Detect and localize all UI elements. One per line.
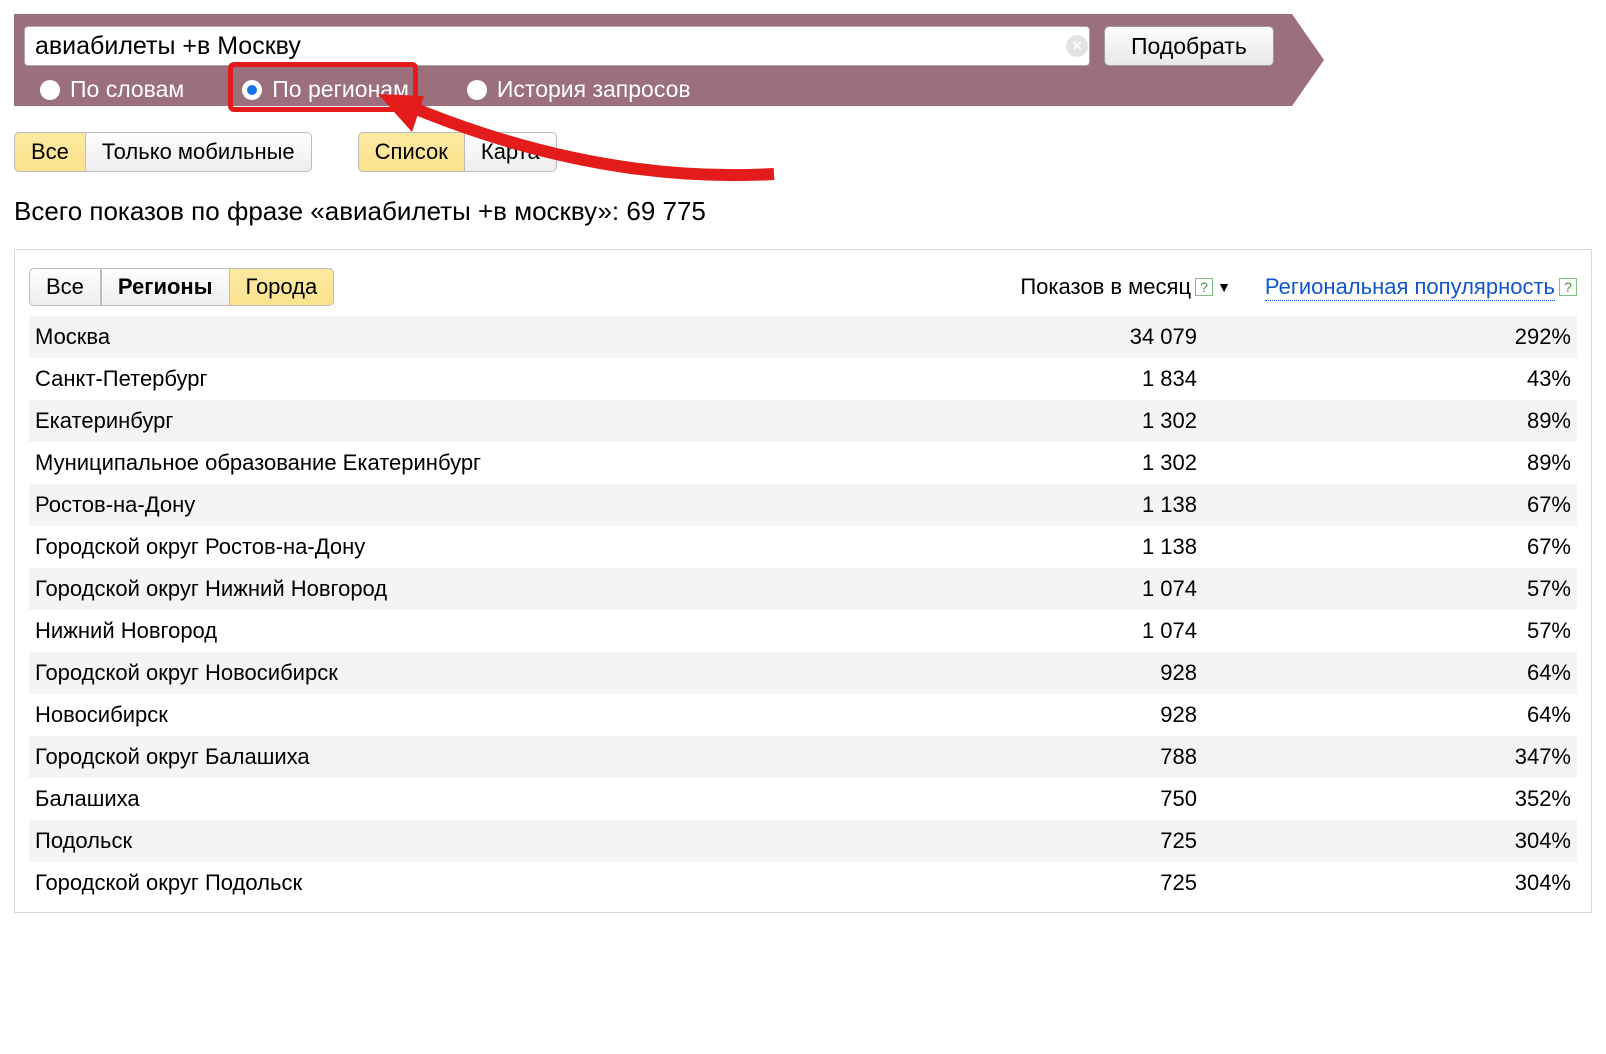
column-shows-label: Показов в месяц <box>1020 274 1191 300</box>
cell-name: Москва <box>29 316 997 358</box>
table-row: Городской округ Подольск725304% <box>29 862 1577 904</box>
cell-name: Подольск <box>29 820 997 862</box>
cell-name: Ростов-на-Дону <box>29 484 997 526</box>
device-mobile[interactable]: Только мобильные <box>86 132 312 172</box>
cell-popularity: 67% <box>1257 484 1577 526</box>
table-row: Городской округ Ростов-на-Дону1 13867% <box>29 526 1577 568</box>
table-row: Городской округ Новосибирск92864% <box>29 652 1577 694</box>
mode-by-regions[interactable]: По регионам <box>242 76 409 103</box>
cell-shows: 788 <box>997 736 1257 778</box>
table-row: Москва34 079292% <box>29 316 1577 358</box>
mode-label: По регионам <box>272 76 409 103</box>
column-shows[interactable]: Показов в месяц ? ▼ <box>1020 274 1231 300</box>
radio-icon <box>242 80 262 100</box>
cell-shows: 1 138 <box>997 526 1257 568</box>
table-row: Балашиха750352% <box>29 778 1577 820</box>
table-row: Санкт-Петербург1 83443% <box>29 358 1577 400</box>
cell-popularity: 64% <box>1257 694 1577 736</box>
mode-history[interactable]: История запросов <box>467 76 691 103</box>
cell-popularity: 57% <box>1257 568 1577 610</box>
cell-shows: 1 302 <box>997 442 1257 484</box>
cell-shows: 34 079 <box>997 316 1257 358</box>
view-list[interactable]: Список <box>358 132 465 172</box>
submit-button[interactable]: Подобрать <box>1104 26 1274 66</box>
cell-shows: 750 <box>997 778 1257 820</box>
view-filter: Список Карта <box>358 132 557 172</box>
summary-text: Всего показов по фразе «авиабилеты +в мо… <box>14 196 1592 227</box>
clear-icon[interactable]: ✕ <box>1066 35 1088 57</box>
radio-icon <box>467 80 487 100</box>
results-table: Москва34 079292%Санкт-Петербург1 83443%Е… <box>29 316 1577 904</box>
cell-popularity: 89% <box>1257 400 1577 442</box>
scope-regions[interactable]: Регионы <box>101 268 230 306</box>
cell-popularity: 304% <box>1257 820 1577 862</box>
cell-name: Нижний Новгород <box>29 610 997 652</box>
cell-shows: 1 074 <box>997 610 1257 652</box>
results-panel: Все Регионы Города Показов в месяц ? ▼ Р… <box>14 249 1592 913</box>
table-row: Городской округ Нижний Новгород1 07457% <box>29 568 1577 610</box>
cell-shows: 1 074 <box>997 568 1257 610</box>
help-icon[interactable]: ? <box>1559 278 1577 296</box>
cell-shows: 725 <box>997 862 1257 904</box>
cell-popularity: 67% <box>1257 526 1577 568</box>
view-map[interactable]: Карта <box>465 132 557 172</box>
column-popularity[interactable]: Региональная популярность ? <box>1265 274 1577 301</box>
cell-name: Муниципальное образование Екатеринбург <box>29 442 997 484</box>
cell-popularity: 89% <box>1257 442 1577 484</box>
search-bar: ✕ Подобрать По словам По регионам Истори… <box>14 14 1324 106</box>
cell-popularity: 292% <box>1257 316 1577 358</box>
cell-shows: 1 138 <box>997 484 1257 526</box>
cell-shows: 1 834 <box>997 358 1257 400</box>
cell-name: Балашиха <box>29 778 997 820</box>
cell-name: Санкт-Петербург <box>29 358 997 400</box>
table-row: Муниципальное образование Екатеринбург1 … <box>29 442 1577 484</box>
cell-shows: 1 302 <box>997 400 1257 442</box>
cell-name: Городской округ Нижний Новгород <box>29 568 997 610</box>
table-row: Нижний Новгород1 07457% <box>29 610 1577 652</box>
cell-name: Городской округ Балашиха <box>29 736 997 778</box>
cell-shows: 928 <box>997 694 1257 736</box>
cell-popularity: 304% <box>1257 862 1577 904</box>
cell-name: Городской округ Подольск <box>29 862 997 904</box>
help-icon[interactable]: ? <box>1195 278 1213 296</box>
filter-row: Все Только мобильные Список Карта <box>14 132 1592 172</box>
table-row: Ростов-на-Дону1 13867% <box>29 484 1577 526</box>
cell-name: Городской округ Новосибирск <box>29 652 997 694</box>
radio-icon <box>40 80 60 100</box>
scope-filter: Все Регионы Города <box>29 268 334 306</box>
cell-popularity: 57% <box>1257 610 1577 652</box>
mode-label: По словам <box>70 76 184 103</box>
cell-shows: 928 <box>997 652 1257 694</box>
table-row: Екатеринбург1 30289% <box>29 400 1577 442</box>
results-header: Все Регионы Города Показов в месяц ? ▼ Р… <box>29 268 1577 306</box>
cell-name: Екатеринбург <box>29 400 997 442</box>
cell-name: Новосибирск <box>29 694 997 736</box>
table-row: Новосибирск92864% <box>29 694 1577 736</box>
scope-cities[interactable]: Города <box>230 268 335 306</box>
cell-popularity: 64% <box>1257 652 1577 694</box>
query-input[interactable] <box>24 26 1090 66</box>
cell-shows: 725 <box>997 820 1257 862</box>
sort-desc-icon: ▼ <box>1217 279 1231 295</box>
cell-name: Городской округ Ростов-на-Дону <box>29 526 997 568</box>
mode-by-words[interactable]: По словам <box>40 76 184 103</box>
table-row: Подольск725304% <box>29 820 1577 862</box>
cell-popularity: 352% <box>1257 778 1577 820</box>
scope-all[interactable]: Все <box>29 268 101 306</box>
mode-label: История запросов <box>497 76 691 103</box>
table-row: Городской округ Балашиха788347% <box>29 736 1577 778</box>
column-popularity-label[interactable]: Региональная популярность <box>1265 274 1555 301</box>
device-filter: Все Только мобильные <box>14 132 312 172</box>
device-all[interactable]: Все <box>14 132 86 172</box>
cell-popularity: 43% <box>1257 358 1577 400</box>
cell-popularity: 347% <box>1257 736 1577 778</box>
